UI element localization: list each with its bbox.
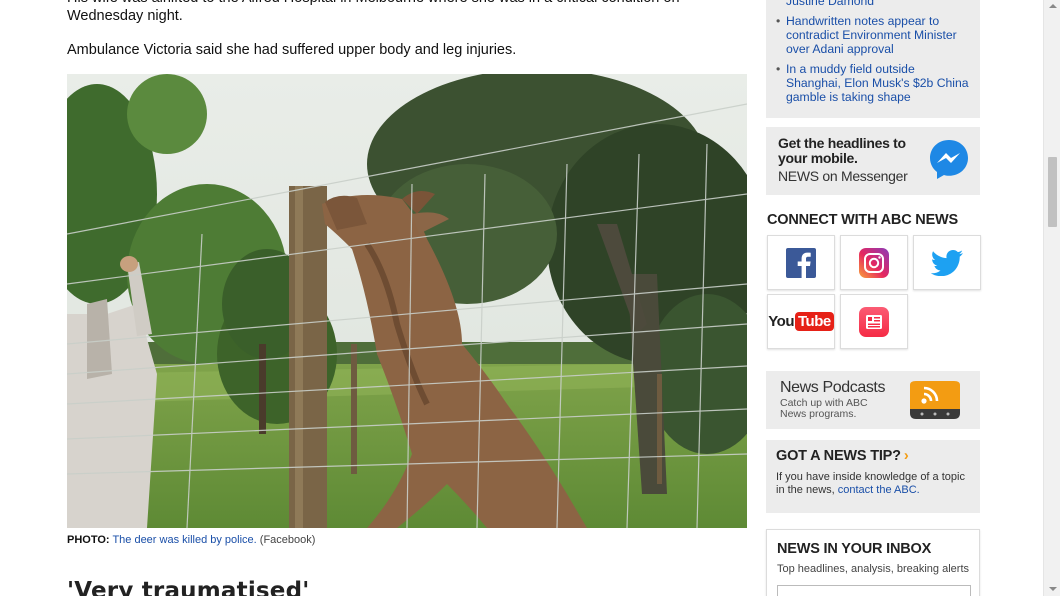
- newsletter-email-input[interactable]: [777, 585, 971, 596]
- related-story-link[interactable]: Justine Damond: [776, 0, 970, 8]
- news-podcasts-promo[interactable]: News Podcasts Catch up with ABC News pro…: [766, 371, 980, 429]
- caption-label: PHOTO:: [67, 534, 110, 546]
- related-stories-panel: Justine Damond • Handwritten notes appea…: [766, 0, 980, 118]
- caption-link[interactable]: The deer was killed by police.: [112, 534, 256, 546]
- news-tip-title[interactable]: GOT A NEWS TIP?: [776, 448, 901, 464]
- youtube-wordmark-you: You: [768, 313, 794, 330]
- youtube-button[interactable]: You Tube: [767, 294, 835, 349]
- newsletter-title: NEWS IN YOUR INBOX: [777, 541, 932, 557]
- related-story-link[interactable]: • Handwritten notes appear to contradict…: [776, 14, 970, 56]
- article-paragraph: Ambulance Victoria said she had suffered…: [67, 42, 517, 58]
- related-story-title[interactable]: Handwritten notes appear to contradict E…: [786, 14, 957, 56]
- connect-heading: CONNECT WITH ABC NEWS: [767, 212, 958, 228]
- arrow-up-icon: [1048, 4, 1057, 8]
- article-paragraph: His wife was airlifted to the Alfred Hos…: [67, 0, 680, 24]
- newsletter-description: Top headlines, analysis, breaking alerts: [777, 563, 970, 575]
- deer-at-fence-photo: [67, 74, 747, 528]
- twitter-button[interactable]: [913, 235, 981, 290]
- news-tip-heading[interactable]: GOT A NEWS TIP? ›: [776, 448, 970, 464]
- chevron-right-icon: ›: [903, 448, 909, 464]
- messenger-tagline: NEWS on Messenger: [778, 168, 908, 184]
- facebook-button[interactable]: [767, 235, 835, 290]
- scrollbar-thumb[interactable]: [1048, 157, 1057, 227]
- rss-icon: [910, 381, 960, 419]
- youtube-icon: You Tube: [768, 312, 834, 331]
- related-story-title[interactable]: Justine Damond: [786, 0, 874, 8]
- instagram-button[interactable]: [840, 235, 908, 290]
- photo-caption: PHOTO: The deer was killed by police. (F…: [67, 534, 315, 546]
- podcasts-description: Catch up with ABC News programs.: [780, 397, 868, 420]
- newsletter-panel: NEWS IN YOUR INBOX Top headlines, analys…: [766, 529, 980, 596]
- arrow-down-icon: [1048, 587, 1057, 591]
- twitter-icon: [931, 249, 963, 276]
- related-story-title[interactable]: In a muddy field outside Shanghai, Elon …: [786, 62, 969, 104]
- apple-news-icon: [859, 306, 889, 337]
- news-tip-text: If you have inside knowledge of a topic …: [776, 471, 970, 497]
- article-photo: [67, 74, 747, 528]
- caption-source: (Facebook): [259, 534, 316, 546]
- article-subheading: 'Very traumatised': [67, 578, 310, 596]
- related-story-link[interactable]: • In a muddy field outside Shanghai, Elo…: [776, 62, 970, 104]
- news-tip-panel: GOT A NEWS TIP? › If you have inside know…: [766, 440, 980, 513]
- instagram-icon: [859, 247, 889, 278]
- bullet-icon: •: [776, 62, 781, 76]
- messenger-promo[interactable]: Get the headlines to your mobile. NEWS o…: [766, 127, 980, 195]
- apple-news-button[interactable]: [840, 294, 908, 349]
- podcasts-title: News Podcasts: [780, 379, 886, 396]
- youtube-wordmark-tube: Tube: [795, 312, 834, 331]
- page-scrollbar[interactable]: [1043, 0, 1060, 596]
- scroll-down-button[interactable]: [1044, 582, 1060, 596]
- contact-abc-link[interactable]: contact the ABC.: [838, 484, 920, 496]
- messenger-icon: [930, 140, 968, 179]
- scroll-up-button[interactable]: [1044, 0, 1060, 14]
- messenger-headline: Get the headlines to your mobile.: [778, 135, 906, 166]
- bullet-icon: •: [776, 14, 781, 28]
- facebook-icon: [786, 247, 816, 278]
